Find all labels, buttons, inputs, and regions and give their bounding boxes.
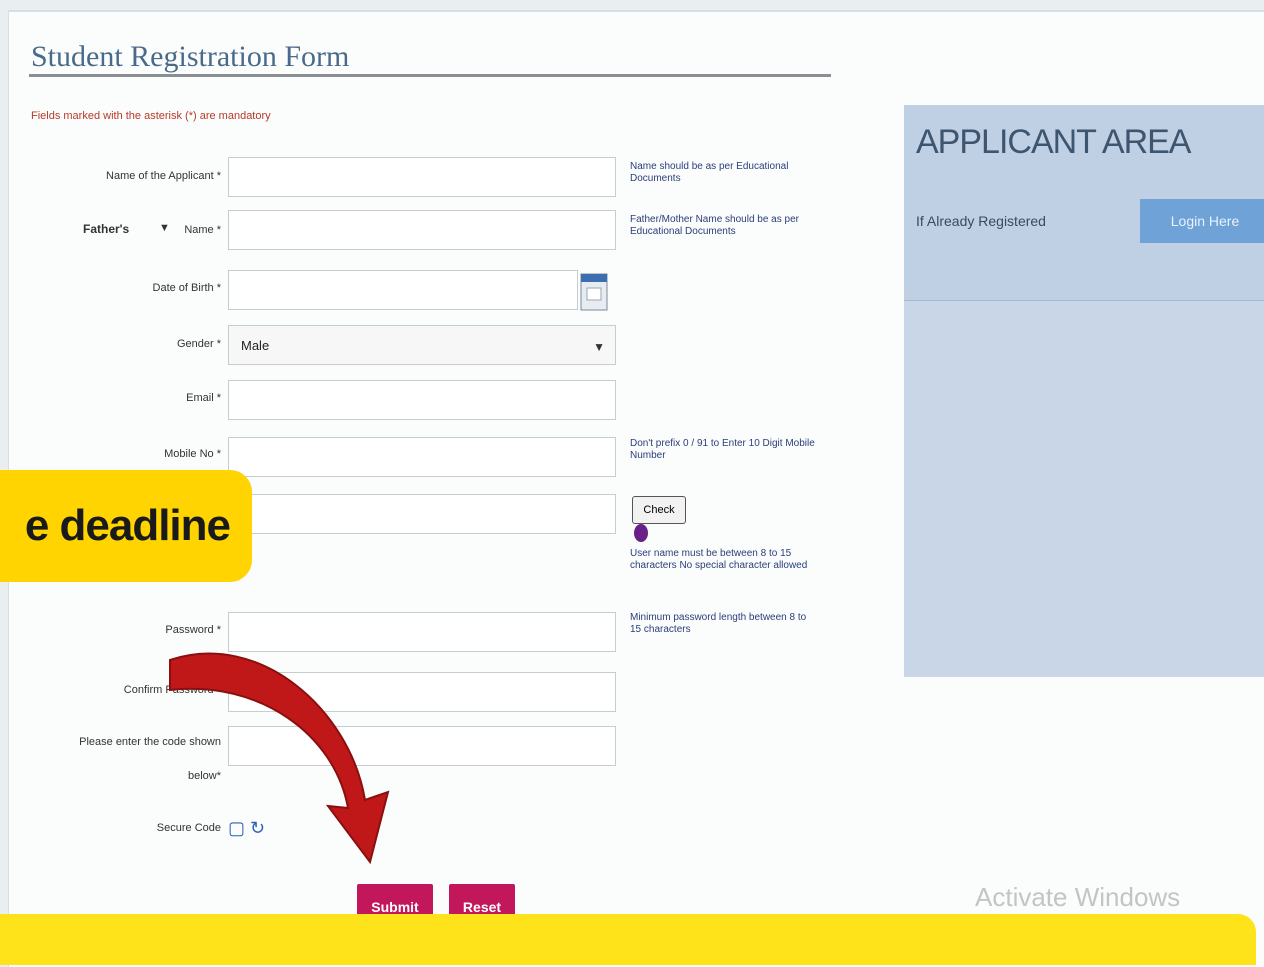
mobile-input[interactable] — [228, 437, 616, 477]
father-select-label[interactable]: Father's — [83, 222, 129, 236]
info-icon — [634, 524, 648, 542]
title-underline — [29, 74, 831, 77]
father-name-input[interactable] — [228, 210, 616, 250]
username-note: User name must be between 8 to 15 charac… — [630, 548, 808, 571]
applicant-area-title: APPLICANT AREA — [916, 123, 1191, 161]
dob-input[interactable] — [228, 270, 578, 310]
login-button[interactable]: Login Here — [1140, 199, 1264, 243]
mandatory-note: Fields marked with the asterisk (*) are … — [31, 110, 271, 122]
email-label: Email * — [186, 392, 221, 404]
red-arrow-icon — [169, 652, 390, 865]
form-title: Student Registration Form — [31, 40, 350, 73]
username-input[interactable] — [228, 494, 616, 534]
calendar-icon[interactable] — [579, 272, 609, 312]
father-select-arrow[interactable]: ▼ — [159, 222, 170, 234]
bottom-yellow-banner — [0, 914, 1256, 965]
deadline-badge-text: e deadline — [24, 501, 231, 550]
applicant-area-panel: APPLICANT AREA If Already Registered Log… — [904, 105, 1264, 677]
deadline-badge: e deadline — [0, 470, 252, 582]
applicant-name-note: Name should be as per Educational Docume… — [630, 161, 789, 184]
applicant-name-input[interactable] — [228, 157, 616, 197]
applicant-name-label: Name of the Applicant * — [106, 170, 221, 182]
chevron-down-icon: ▼ — [593, 340, 605, 354]
email-input[interactable] — [228, 380, 616, 420]
mobile-note: Don't prefix 0 / 91 to Enter 10 Digit Mo… — [630, 438, 815, 461]
mobile-label: Mobile No * — [164, 448, 221, 460]
father-name-label: Name * — [184, 224, 221, 236]
gender-selected-value: Male — [241, 338, 270, 353]
password-note: Minimum password length between 8 to 15 … — [630, 612, 807, 635]
activate-windows-watermark: Activate Windows — [975, 882, 1181, 912]
father-name-note: Father/Mother Name should be as per Educ… — [630, 214, 799, 237]
check-button[interactable]: Check — [632, 496, 686, 524]
dob-label: Date of Birth * — [152, 282, 221, 294]
gender-select[interactable]: Male ▼ — [228, 325, 616, 365]
already-registered-text: If Already Registered — [916, 213, 1046, 229]
applicant-area-header: APPLICANT AREA If Already Registered Log… — [904, 105, 1264, 301]
gender-label: Gender * — [176, 338, 221, 350]
